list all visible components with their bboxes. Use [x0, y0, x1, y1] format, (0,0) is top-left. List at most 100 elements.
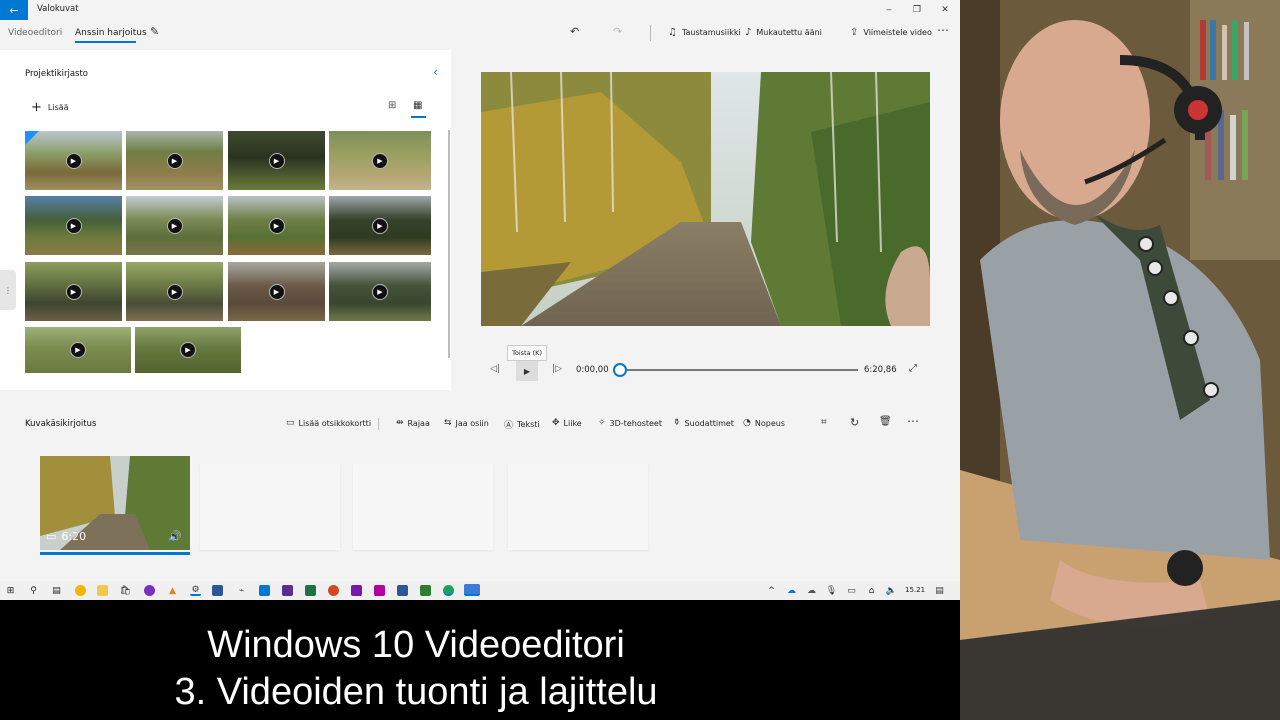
- microphone-icon[interactable]: 🎙: [826, 585, 837, 596]
- app-icon[interactable]: [212, 585, 223, 596]
- library-scrollbar[interactable]: [448, 130, 450, 358]
- motion-button[interactable]: ✥ Liike: [552, 418, 582, 428]
- empty-storyboard-slot[interactable]: [200, 464, 340, 550]
- play-icon: ▶: [268, 152, 285, 169]
- seek-bar[interactable]: [620, 369, 858, 371]
- media-thumbnail[interactable]: ▶: [126, 131, 223, 190]
- network-icon[interactable]: ⌂: [866, 585, 877, 596]
- empty-storyboard-slot[interactable]: [508, 464, 648, 550]
- next-frame-icon[interactable]: |▷: [552, 364, 562, 374]
- media-thumbnail[interactable]: ▶: [228, 262, 325, 321]
- app-icon[interactable]: ⌁: [236, 585, 247, 596]
- minimize-button[interactable]: ‒: [878, 2, 900, 18]
- storyboard-more-icon[interactable]: ⋯: [907, 414, 919, 428]
- storyboard-title: Kuvakäsikirjoitus: [25, 419, 97, 429]
- edit-name-pencil-icon[interactable]: ✎: [150, 25, 159, 38]
- share-export-icon: ⇪: [850, 27, 859, 38]
- app-icon[interactable]: [259, 585, 270, 596]
- side-panel-handle[interactable]: ⋮: [0, 270, 16, 310]
- media-thumbnail[interactable]: ▶: [25, 196, 122, 255]
- current-time: 0:00,00: [576, 365, 609, 375]
- battery-icon[interactable]: ▭: [846, 585, 857, 596]
- excel-icon[interactable]: [305, 585, 316, 596]
- media-thumbnail[interactable]: ▶: [25, 131, 122, 190]
- show-hidden-icons-chevron-icon[interactable]: ^: [766, 585, 777, 596]
- media-thumbnail[interactable]: ▶: [25, 327, 131, 373]
- add-title-card-button[interactable]: ▭ Lisää otsikkokortti: [286, 418, 371, 428]
- word-icon[interactable]: [397, 585, 408, 596]
- file-explorer-icon[interactable]: [97, 585, 108, 596]
- speed-button[interactable]: ◔ Nopeus: [743, 418, 785, 428]
- trim-button[interactable]: ⇹ Rajaa: [396, 418, 430, 428]
- task-view-icon[interactable]: ▤: [51, 585, 62, 596]
- teams-icon[interactable]: [282, 585, 293, 596]
- add-media-button[interactable]: + Lisää: [31, 100, 69, 115]
- app-icon[interactable]: [144, 585, 155, 596]
- text-icon: Ⓐ: [504, 421, 514, 431]
- fullscreen-icon[interactable]: ⤢: [909, 363, 917, 374]
- media-thumbnail[interactable]: ▶: [228, 131, 325, 190]
- total-time: 6:20,86: [864, 365, 897, 375]
- media-thumbnail[interactable]: ▶: [228, 196, 325, 255]
- back-arrow-icon: ←: [9, 3, 19, 17]
- redo-icon[interactable]: ↷: [613, 25, 622, 38]
- media-thumbnail[interactable]: ▶: [329, 196, 431, 255]
- split-button[interactable]: ⇆ Jaa osiin: [444, 418, 489, 428]
- large-grid-view-icon[interactable]: ⊞: [388, 100, 396, 111]
- filters-button[interactable]: ⚱ Suodattimet: [673, 418, 734, 428]
- rotate-icon[interactable]: ↻: [850, 416, 859, 429]
- crop-icon[interactable]: ⌗: [821, 417, 827, 428]
- media-thumbnail[interactable]: ▶: [135, 327, 241, 373]
- finish-video-button[interactable]: ⇪ Viimeistele video: [850, 27, 932, 38]
- breadcrumb-videoeditori[interactable]: Videoeditori: [8, 28, 62, 38]
- app-icon[interactable]: [420, 585, 431, 596]
- video-preview[interactable]: [481, 72, 930, 326]
- seek-handle[interactable]: [613, 363, 627, 377]
- more-options-icon[interactable]: ⋯: [937, 23, 949, 37]
- media-thumbnail[interactable]: ▶: [126, 262, 223, 321]
- photos-app-icon[interactable]: [464, 584, 480, 596]
- delete-icon[interactable]: 🗑: [879, 416, 892, 427]
- cloud-icon[interactable]: ☁: [806, 585, 817, 596]
- windows-start-icon[interactable]: ⊞: [5, 585, 16, 596]
- maximize-button[interactable]: ❐: [906, 2, 928, 18]
- clip-volume-icon[interactable]: 🔊: [168, 530, 182, 543]
- store-icon[interactable]: 🛍: [120, 585, 131, 596]
- edge-icon[interactable]: [443, 585, 454, 596]
- project-name[interactable]: Anssin harjoitus: [75, 28, 147, 38]
- play-button[interactable]: ▶: [516, 361, 538, 381]
- 3d-effects-button[interactable]: ✧ 3D-tehosteet: [598, 418, 662, 428]
- settings-icon[interactable]: ⚙: [190, 585, 201, 596]
- empty-storyboard-slot[interactable]: [353, 464, 493, 550]
- media-thumbnail[interactable]: ▶: [329, 262, 431, 321]
- clock[interactable]: 15.21: [905, 586, 925, 594]
- trim-label: Rajaa: [407, 418, 430, 428]
- previous-frame-icon[interactable]: ◁|: [490, 364, 500, 374]
- media-thumbnail[interactable]: ▶: [329, 131, 431, 190]
- play-icon: ▶: [65, 152, 82, 169]
- filters-icon: ⚱: [673, 418, 681, 428]
- back-button[interactable]: ←: [0, 0, 28, 20]
- text-button[interactable]: Ⓐ Teksti: [504, 418, 540, 431]
- media-thumbnail[interactable]: ▶: [126, 196, 223, 255]
- 3d-effects-icon: ✧: [598, 418, 606, 428]
- background-music-label: Taustamusiikki: [681, 28, 741, 37]
- notifications-icon[interactable]: ▤: [934, 585, 945, 596]
- chrome-icon[interactable]: [75, 585, 86, 596]
- vlc-icon[interactable]: ▲: [167, 585, 178, 596]
- onedrive-icon[interactable]: ☁: [786, 585, 797, 596]
- play-icon: ▶: [268, 283, 285, 300]
- storyboard-clip[interactable]: ▭ 6:20 🔊: [40, 456, 190, 550]
- close-button[interactable]: ✕: [934, 2, 956, 18]
- app-icon[interactable]: [374, 585, 385, 596]
- small-grid-view-icon[interactable]: ▦: [413, 100, 422, 111]
- background-music-button[interactable]: ♫ Taustamusiikki: [668, 27, 741, 38]
- powerpoint-icon[interactable]: [328, 585, 339, 596]
- volume-icon[interactable]: 🔈: [886, 585, 897, 596]
- onenote-icon[interactable]: [351, 585, 362, 596]
- media-thumbnail[interactable]: ▶: [25, 262, 122, 321]
- collapse-library-chevron-icon[interactable]: ‹: [433, 65, 438, 79]
- custom-audio-button[interactable]: ♪ Mukautettu ääni: [745, 27, 822, 38]
- search-icon[interactable]: ⚲: [28, 585, 39, 596]
- undo-icon[interactable]: ↶: [570, 25, 579, 38]
